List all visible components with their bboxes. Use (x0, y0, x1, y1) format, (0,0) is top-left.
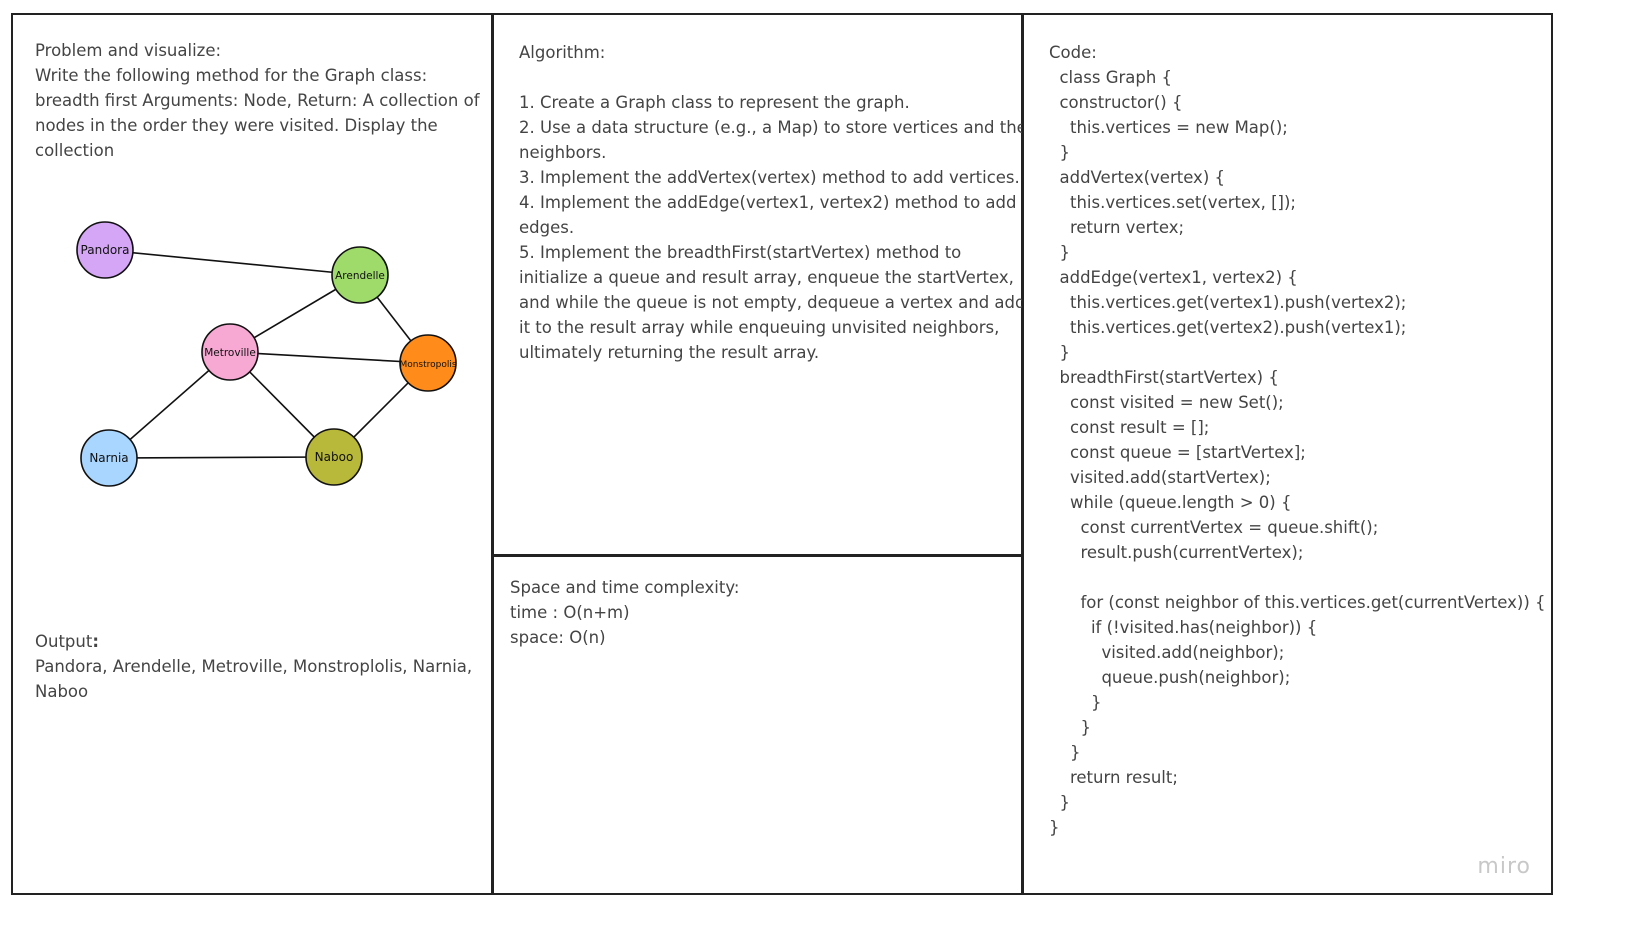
code-line: } (1049, 243, 1070, 262)
algorithm-line: ultimately returning the result array. (519, 343, 820, 362)
code-line: this.vertices = new Map(); (1049, 118, 1288, 137)
graph-edge-pandora-arendelle (104, 249, 361, 276)
code-line: breadthFirst(startVertex) { (1049, 368, 1279, 387)
code-line: for (const neighbor of this.vertices.get… (1049, 593, 1546, 612)
output-heading-label: Output (35, 632, 93, 651)
algorithm-line: 5. Implement the breadthFirst(startVerte… (519, 243, 962, 262)
code-line: } (1049, 818, 1060, 837)
code-line: visited.add(startVertex); (1049, 468, 1271, 487)
problem-line: Write the following method for the Graph… (35, 66, 428, 85)
code-line: while (queue.length > 0) { (1049, 493, 1292, 512)
code-line: const visited = new Set(); (1049, 393, 1284, 412)
code-line: } (1049, 793, 1070, 812)
problem-heading: Problem and visualize: (35, 41, 222, 60)
graph-node-label: Metroville (204, 347, 256, 359)
code-line: addVertex(vertex) { (1049, 168, 1225, 187)
complexity-text: Space and time complexity: time : O(n+m)… (510, 575, 1005, 650)
code-line: const queue = [startVertex]; (1049, 443, 1306, 462)
algorithm-line: edges. (519, 218, 575, 237)
code-line: const currentVertex = queue.shift(); (1049, 518, 1379, 537)
code-lines: class Graph { constructor() { this.verti… (1049, 65, 1546, 840)
algorithm-line: 4. Implement the addEdge(vertex1, vertex… (519, 193, 1017, 212)
algorithm-line: initialize a queue and result array, enq… (519, 268, 1014, 287)
code-line: return result; (1049, 768, 1178, 787)
graph-node-label: Pandora (81, 243, 130, 257)
output-heading-colon: : (92, 632, 99, 651)
graph-node-pandora: Pandora (76, 221, 134, 279)
graph-edge-metroville-monstropolis (229, 351, 429, 364)
code-line: } (1049, 743, 1081, 762)
code-line: const result = []; (1049, 418, 1210, 437)
problem-line: breadth first Arguments: Node, Return: A… (35, 91, 480, 110)
algorithm-line: 1. Create a Graph class to represent the… (519, 93, 910, 112)
graph-diagram: Pandora Arendelle Metroville Monstropolis Na… (76, 221, 457, 487)
problem-panel: Problem and visualize: Write the followi… (11, 13, 493, 895)
code-line: } (1049, 143, 1070, 162)
graph-node-metroville: Metroville (201, 323, 259, 381)
graph-node-naboo: Naboo (305, 428, 363, 486)
output-line: Pandora, Arendelle, Metroville, Monstrop… (35, 657, 473, 676)
algorithm-spacer (519, 65, 1014, 90)
code-panel: Code: class Graph { constructor() { this… (1022, 13, 1553, 895)
complexity-line: space: O(n) (510, 628, 606, 647)
graph-node-monstropolis: Monstropolis (399, 334, 457, 392)
algorithm-line: 2. Use a data structure (e.g., a Map) to… (519, 118, 1039, 137)
problem-line: collection (35, 141, 115, 160)
code-text: Code: class Graph { constructor() { this… (1049, 40, 1546, 840)
algorithm-line: neighbors. (519, 143, 607, 162)
code-line: addEdge(vertex1, vertex2) { (1049, 268, 1298, 287)
problem-line: nodes in the order they were visited. Di… (35, 116, 438, 135)
output-line: Naboo (35, 682, 89, 701)
code-line: return vertex; (1049, 218, 1185, 237)
problem-lines: Write the following method for the Graph… (35, 63, 480, 163)
algorithm-panel: Algorithm: 1. Create a Graph class to re… (492, 13, 1039, 556)
code-line: result.push(currentVertex); (1049, 543, 1304, 562)
code-line: this.vertices.get(vertex1).push(vertex2)… (1049, 293, 1407, 312)
algorithm-text: Algorithm: 1. Create a Graph class to re… (519, 40, 1039, 365)
output-heading: Output: (35, 629, 475, 654)
graph-node-label: Arendelle (335, 270, 385, 282)
code-line: visited.add(neighbor); (1049, 643, 1285, 662)
code-line: } (1049, 343, 1070, 362)
graph-node-label: Narnia (89, 451, 128, 465)
algorithm-line: 3. Implement the addVertex(vertex) metho… (519, 168, 1020, 187)
code-line: } (1049, 718, 1091, 737)
code-line: if (!visited.has(neighbor)) { (1049, 618, 1318, 637)
code-line: this.vertices.get(vertex2).push(vertex1)… (1049, 318, 1407, 337)
algorithm-lines: 1. Create a Graph class to represent the… (519, 90, 1039, 365)
code-line: queue.push(neighbor); (1049, 668, 1291, 687)
graph-edge-narnia-naboo (108, 456, 335, 459)
complexity-panel: Space and time complexity: time : O(n+m)… (492, 555, 1023, 895)
algorithm-heading: Algorithm: (519, 43, 606, 62)
algorithm-line: it to the result array while enqueuing u… (519, 318, 1000, 337)
code-line: class Graph { (1049, 68, 1173, 87)
complexity-line: time : O(n+m) (510, 603, 630, 622)
code-line: constructor() { (1049, 93, 1183, 112)
code-heading: Code: (1049, 43, 1097, 62)
graph-node-label: Naboo (315, 450, 354, 464)
problem-text: Problem and visualize: Write the followi… (35, 38, 480, 163)
code-line: } (1049, 693, 1102, 712)
code-line: this.vertices.set(vertex, []); (1049, 193, 1296, 212)
algorithm-line: and while the queue is not empty, dequeu… (519, 293, 1026, 312)
graph-node-arendelle: Arendelle (331, 246, 389, 304)
complexity-heading: Space and time complexity: (510, 578, 740, 597)
complexity-lines: time : O(n+m) space: O(n) (510, 600, 1005, 650)
graph-node-label: Monstropolis (399, 360, 456, 370)
output-text: Output: Pandora, Arendelle, Metroville, … (35, 629, 475, 704)
graph-node-narnia: Narnia (80, 429, 138, 487)
output-lines: Pandora, Arendelle, Metroville, Monstrop… (35, 654, 475, 704)
miro-logo: miro (1477, 854, 1531, 879)
